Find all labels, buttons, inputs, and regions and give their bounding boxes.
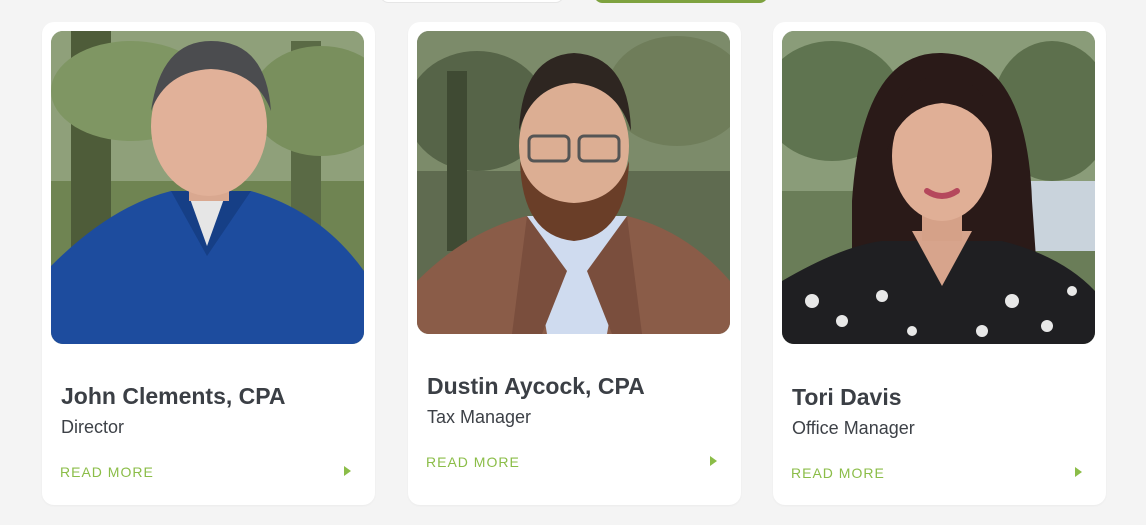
member-name: Tori Davis xyxy=(792,384,902,410)
team-card: John Clements, CPA Director READ MORE xyxy=(42,22,375,505)
read-more-link[interactable]: READ MORE xyxy=(426,454,520,470)
portrait-image xyxy=(51,31,364,344)
portrait-photo xyxy=(782,31,1095,344)
filter-button-left[interactable] xyxy=(380,0,564,3)
read-more-link[interactable]: READ MORE xyxy=(60,464,154,480)
member-name: Dustin Aycock, CPA xyxy=(427,373,645,399)
caret-right-icon[interactable] xyxy=(1075,467,1082,477)
team-card: Dustin Aycock, CPA Tax Manager READ MORE xyxy=(408,22,741,505)
read-more-link[interactable]: READ MORE xyxy=(791,465,885,481)
portrait-photo xyxy=(51,31,364,344)
filter-button-active[interactable] xyxy=(594,0,768,3)
member-role: Tax Manager xyxy=(427,407,532,427)
portrait-image xyxy=(782,31,1095,344)
portrait-photo xyxy=(417,31,730,334)
member-role: Office Manager xyxy=(792,418,915,438)
portrait-image xyxy=(417,31,730,334)
caret-right-icon[interactable] xyxy=(344,466,351,476)
member-name: John Clements, CPA xyxy=(61,383,286,409)
caret-right-icon[interactable] xyxy=(710,456,717,466)
team-card: Tori Davis Office Manager READ MORE xyxy=(773,22,1106,505)
member-role: Director xyxy=(61,417,125,437)
